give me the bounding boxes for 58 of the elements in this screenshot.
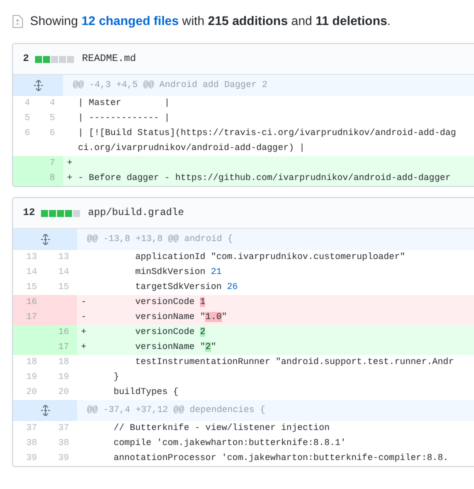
code-line: applicationId "com.ivarprudnikov.customeruploader" [134,251,406,264]
unfold-icon [40,234,50,245]
line-number[interactable]: 6 [13,126,38,156]
line-number[interactable]: 38 [13,436,45,451]
line-number[interactable]: 37 [45,421,77,436]
line-number[interactable]: 8 [38,171,63,186]
line-number[interactable]: 38 [45,436,77,451]
line-number[interactable]: 13 [13,250,45,265]
line-number[interactable]: 7 [38,156,63,171]
line-number[interactable]: 6 [38,126,63,156]
line-number[interactable]: 39 [45,451,77,466]
unfold-icon [40,405,50,416]
code-line: } [112,371,120,384]
line-number[interactable]: 17 [13,310,45,325]
file-diff-icon [12,14,23,28]
line-number[interactable]: 20 [45,385,77,400]
changed-files-link[interactable]: 12 changed files [81,14,179,28]
hunk-header: @@ -13,8 +13,8 @@ android { [86,233,233,246]
code-line: buildTypes { [112,386,180,399]
expand-button[interactable] [13,229,77,250]
line-number[interactable]: 16 [13,295,45,310]
unfold-icon [32,80,44,91]
diff-count: 2 [23,54,30,64]
code-line: | [![Build Status](https://travis-ci.org/ivarprudnikov/android-add-dag ci.org/ivarprudnikov/android-add-dagger) | [77,127,458,155]
code-line: minSdkVersion 21 [134,266,223,279]
file-path[interactable]: app/build.gradle [88,208,184,218]
line-number[interactable]: 17 [45,340,77,355]
code-line: | Master | [77,97,171,110]
line-number[interactable]: 18 [13,355,45,370]
code-line: annotationProcessor 'com.jakewharton:butterknife-compiler:8.8. [112,452,450,465]
diff-count: 12 [23,208,36,218]
code-line: testInstrumentationRunner "android.support.test.runner.Andr [134,356,455,369]
line-number[interactable]: 18 [45,355,77,370]
code-line: | ------------- | [77,112,171,125]
line-number[interactable]: 37 [13,421,45,436]
expand-button[interactable] [13,400,77,421]
expand-button[interactable] [13,75,63,96]
line-number[interactable]: 19 [45,370,77,385]
line-number[interactable]: 39 [13,451,45,466]
diff-summary: Showing 12 changed files with 215 additions and 11 deletions. [30,14,391,28]
line-number[interactable]: 15 [13,280,45,295]
line-number[interactable]: 4 [13,96,38,111]
hunk-header: @@ -4,3 +4,5 @@ Android add Dagger 2 [72,79,268,92]
line-number[interactable]: 19 [13,370,45,385]
line-number[interactable]: 16 [45,325,77,340]
line-number[interactable]: 14 [13,265,45,280]
line-number[interactable]: 14 [45,265,77,280]
line-number[interactable]: 13 [45,250,77,265]
line-number[interactable]: 5 [13,111,38,126]
line-number[interactable]: 20 [13,385,45,400]
code-line: targetSdkVersion 26 [134,281,239,294]
code-line: // Butterknife - view/listener injection [112,422,331,435]
line-number[interactable]: 4 [38,96,63,111]
file-path[interactable]: README.md [82,54,136,64]
hunk-header: @@ -37,4 +37,12 @@ dependencies { [86,404,266,417]
line-number[interactable]: 15 [45,280,77,295]
code-line: compile 'com.jakewharton:butterknife:8.8.1' [112,437,347,450]
line-number[interactable]: 5 [38,111,63,126]
